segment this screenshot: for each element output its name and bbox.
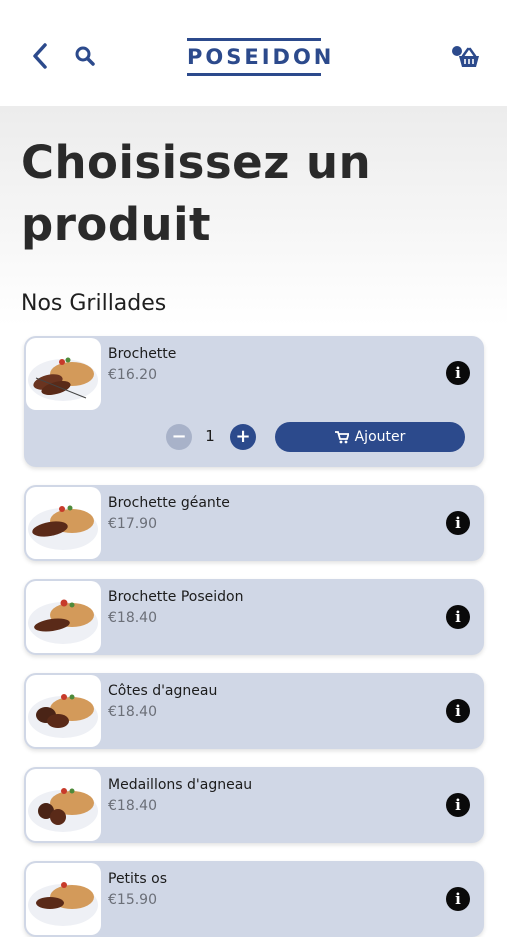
quantity-value: 1 (205, 427, 215, 445)
info-button[interactable]: i (446, 605, 470, 629)
product-image (26, 769, 101, 841)
product-price: €18.40 (108, 798, 157, 814)
quantity-increase-button[interactable]: + (230, 424, 256, 450)
info-button[interactable]: i (446, 511, 470, 535)
cart-icon (334, 430, 349, 443)
minus-icon: − (171, 426, 187, 447)
product-image (26, 863, 101, 935)
info-icon: i (455, 364, 461, 382)
product-image (26, 675, 101, 747)
search-button[interactable] (72, 42, 98, 70)
product-card[interactable]: Côtes d'agneau €18.40 i (24, 673, 484, 749)
product-name: Brochette (108, 346, 177, 362)
chevron-left-icon (33, 43, 47, 69)
product-price: €18.40 (108, 610, 157, 626)
search-icon (75, 46, 95, 66)
cart-button[interactable] (450, 44, 482, 70)
product-card[interactable]: Brochette €16.20 i − 1 + Ajouter (24, 336, 484, 467)
product-image (26, 487, 101, 559)
product-image (26, 338, 101, 410)
app-header: POSEIDON (0, 0, 507, 106)
info-icon: i (455, 796, 461, 814)
plus-icon: + (235, 426, 251, 447)
product-name: Côtes d'agneau (108, 683, 218, 699)
quantity-decrease-button[interactable]: − (166, 424, 192, 450)
back-button[interactable] (27, 41, 53, 71)
product-card[interactable]: Medaillons d'agneau €18.40 i (24, 767, 484, 843)
poseidon-logo[interactable]: POSEIDON (187, 38, 335, 76)
product-name: Petits os (108, 871, 168, 887)
info-icon: i (455, 890, 461, 908)
cart-icon (452, 46, 479, 67)
product-name: Brochette Poseidon (108, 589, 244, 605)
info-icon: i (455, 514, 461, 532)
add-to-cart-label: Ajouter (354, 429, 406, 445)
product-image (26, 581, 101, 653)
product-price: €18.40 (108, 704, 157, 720)
main-content: Choisissez un produit Nos Grillades Broc… (0, 106, 507, 937)
logo-bottom-bar (187, 73, 321, 76)
info-button[interactable]: i (446, 793, 470, 817)
product-price: €17.90 (108, 516, 157, 532)
product-card[interactable]: Brochette Poseidon €18.40 i (24, 579, 484, 655)
product-price: €15.90 (108, 892, 157, 908)
product-name: Medaillons d'agneau (108, 777, 253, 793)
info-button[interactable]: i (446, 887, 470, 911)
info-button[interactable]: i (446, 361, 470, 385)
info-icon: i (455, 608, 461, 626)
product-card[interactable]: Brochette géante €17.90 i (24, 485, 484, 561)
logo-top-bar (187, 38, 321, 41)
page-title: Choisissez un produit (21, 136, 372, 251)
info-button[interactable]: i (446, 699, 470, 723)
logo-text: POSEIDON (187, 45, 335, 69)
product-name: Brochette géante (108, 495, 230, 511)
add-to-cart-button[interactable]: Ajouter (275, 422, 465, 452)
section-title: Nos Grillades (21, 291, 167, 316)
info-icon: i (455, 702, 461, 720)
product-card[interactable]: Petits os €15.90 i (24, 861, 484, 937)
product-price: €16.20 (108, 367, 157, 383)
